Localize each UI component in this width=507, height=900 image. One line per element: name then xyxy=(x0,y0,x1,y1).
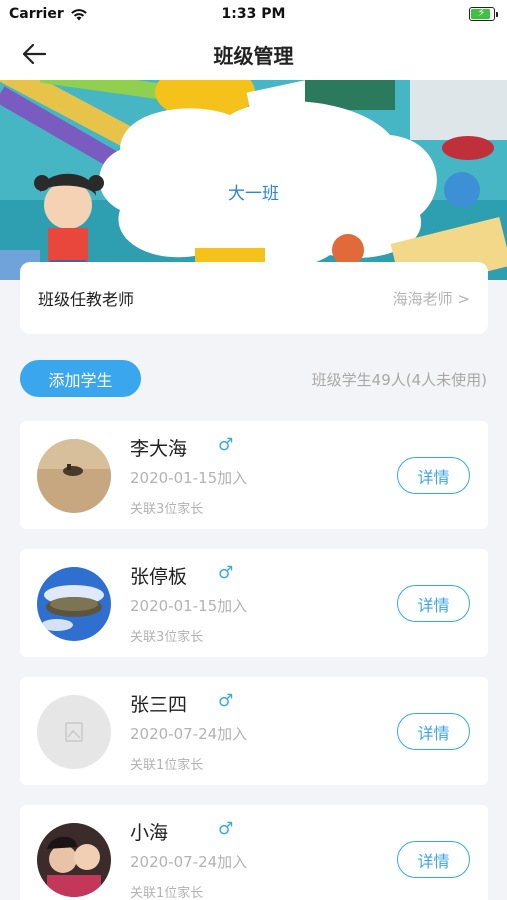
page-title: 班级管理 xyxy=(213,44,294,68)
student-joined-date: 2020-01-15加入 xyxy=(130,469,248,487)
student-card: 小海 ♂ 2020-07-24加入 关联1位家长 详情 xyxy=(20,805,488,900)
student-card: 张三四 ♂ 2020-07-24加入 关联1位家长 详情 xyxy=(20,677,488,785)
student-parents: 关联3位家长 xyxy=(130,502,204,517)
add-student-button[interactable]: 添加学生 xyxy=(20,360,141,397)
children-photo-avatar xyxy=(37,823,111,897)
student-joined-date: 2020-07-24加入 xyxy=(130,725,248,743)
detail-button[interactable]: 详情 xyxy=(397,585,470,622)
male-icon: ♂ xyxy=(218,563,234,583)
detail-button[interactable]: 详情 xyxy=(397,841,470,878)
teacher-value: 海海老师 > xyxy=(392,289,470,308)
student-name: 张三四 xyxy=(130,694,188,716)
desert-photo-avatar xyxy=(37,439,111,513)
student-parents: 关联1位家长 xyxy=(130,886,204,900)
teacher-label: 班级任教老师 xyxy=(38,290,135,309)
battery-icon: ⚡ xyxy=(469,6,498,21)
student-name: 小海 xyxy=(130,822,169,844)
placeholder-image-avatar xyxy=(37,695,111,769)
student-parents: 关联1位家长 xyxy=(130,758,204,773)
male-icon: ♂ xyxy=(218,691,234,711)
class-banner: 大一班 xyxy=(0,80,507,280)
student-joined-date: 2020-01-15加入 xyxy=(130,597,248,615)
status-time: 1:33 PM xyxy=(221,6,286,22)
detail-button[interactable]: 详情 xyxy=(397,713,470,750)
male-icon: ♂ xyxy=(218,435,234,455)
class-name: 大一班 xyxy=(228,184,279,204)
student-count: 班级学生49人(4人未使用) xyxy=(311,371,487,389)
male-icon: ♂ xyxy=(218,819,234,839)
student-joined-date: 2020-07-24加入 xyxy=(130,853,248,871)
student-name: 张停板 xyxy=(130,566,188,588)
student-parents: 关联3位家长 xyxy=(130,630,204,645)
sky-island-photo-avatar xyxy=(37,567,111,641)
nav-bar: 班级管理 xyxy=(0,28,507,80)
student-name: 李大海 xyxy=(130,438,188,460)
status-bar: Carrier 1:33 PM ⚡ xyxy=(0,0,507,28)
student-card: 张停板 ♂ 2020-01-15加入 关联3位家长 详情 xyxy=(20,549,488,657)
teacher-row[interactable]: 班级任教老师 海海老师 > xyxy=(20,262,488,334)
detail-button[interactable]: 详情 xyxy=(397,457,470,494)
student-card: 李大海 ♂ 2020-01-15加入 关联3位家长 详情 xyxy=(20,421,488,529)
